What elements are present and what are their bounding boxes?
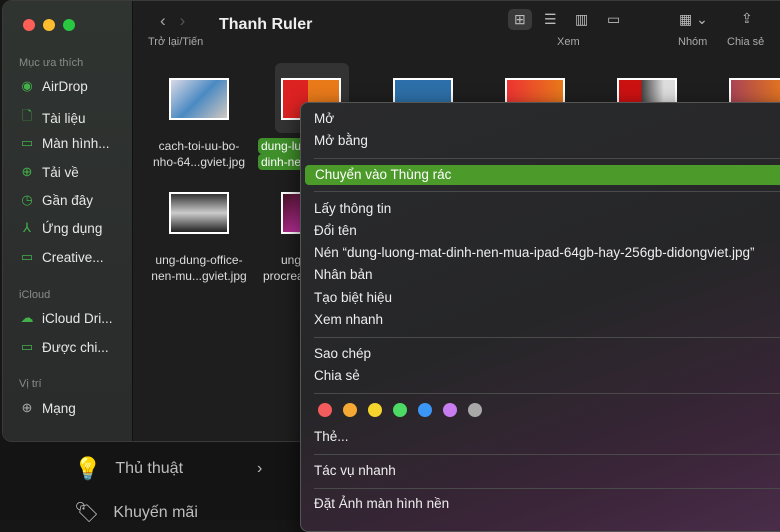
file-item[interactable]: cach-toi-uu-bo-nho-64...gviet.jpg [143, 78, 255, 170]
sidebar-item-icloud-drive[interactable]: ☁ iCloud Dri... [19, 310, 113, 326]
document-icon: 🗋 [21, 108, 33, 123]
globe-icon: ⊕ [21, 400, 33, 415]
view-label: Xem [557, 36, 580, 48]
locations-header: Vị trí [19, 378, 42, 390]
sidebar-item-applications[interactable]: ⅄ Ứng dụng [19, 220, 102, 236]
favorites-header: Mục ưa thích [19, 57, 84, 69]
menu-item-share[interactable]: Chia sẻ [314, 366, 360, 386]
sidebar-item-documents[interactable]: 🗋 Tài liệu [19, 107, 86, 129]
tag-gray[interactable] [468, 403, 482, 417]
chevron-right-icon: › [257, 460, 263, 477]
sidebar-item-airdrop[interactable]: ◉ AirDrop [19, 78, 87, 94]
sale-tag-icon: 🏷 [74, 502, 100, 524]
back-button[interactable]: ‹ [160, 11, 180, 30]
shared-folder-icon: ▭ [20, 339, 34, 354]
site-menu-tips[interactable]: 💡 Thủ thuật › [74, 456, 262, 482]
menu-item-quick-actions[interactable]: Tác vụ nhanh [314, 461, 396, 481]
sidebar-item-desktop[interactable]: ▭ Màn hình... [19, 135, 110, 151]
menu-separator [314, 191, 780, 192]
menu-item-quick-look[interactable]: Xem nhanh [314, 310, 383, 330]
menu-item-rename[interactable]: Đổi tên [314, 221, 357, 241]
tag-purple[interactable] [443, 403, 457, 417]
sidebar-item-recents[interactable]: ◷ Gần đây [19, 192, 93, 208]
download-icon: ⊕ [21, 164, 33, 179]
icon-view-button[interactable]: ⊞ [508, 9, 532, 30]
tag-green[interactable] [393, 403, 407, 417]
tag-orange[interactable] [343, 403, 357, 417]
menu-item-set-wallpaper[interactable]: Đặt Ảnh màn hình nền [314, 494, 449, 514]
menu-item-get-info[interactable]: Lấy thông tin [314, 199, 391, 219]
lightbulb-icon: 💡 [74, 456, 102, 481]
sidebar-item-downloads[interactable]: ⊕ Tải về [19, 164, 79, 180]
menu-separator [314, 393, 780, 394]
menu-separator [314, 158, 780, 159]
sidebar-item-creative[interactable]: ▭ Creative... [19, 249, 104, 265]
desktop-icon: ▭ [20, 135, 34, 150]
group-button[interactable]: ▦ ⌄ [679, 11, 708, 28]
list-view-button[interactable]: ☰ [544, 11, 557, 28]
forward-button[interactable]: › [180, 11, 200, 30]
minimize-button[interactable] [43, 19, 55, 31]
icloud-header: iCloud [19, 289, 51, 301]
menu-item-open-with[interactable]: Mở bằng [314, 131, 368, 151]
menu-item-make-alias[interactable]: Tạo biệt hiệu [314, 288, 392, 308]
file-thumbnail [169, 192, 229, 234]
sidebar-item-shared[interactable]: ▭ Được chi... [19, 339, 109, 355]
close-button[interactable] [23, 19, 35, 31]
zoom-button[interactable] [63, 19, 75, 31]
menu-item-copy[interactable]: Sao chép [314, 344, 371, 364]
tag-red[interactable] [318, 403, 332, 417]
column-view-button[interactable]: ▥ [575, 11, 588, 28]
cloud-icon: ☁ [20, 310, 34, 325]
context-menu: Mở Mở bằng Chuyển vào Thùng rác Lấy thôn… [300, 102, 780, 532]
gallery-view-button[interactable]: ▭ [607, 11, 620, 28]
menu-item-open[interactable]: Mở [314, 109, 334, 129]
clock-icon: ◷ [21, 192, 33, 207]
share-label: Chia sẻ [727, 36, 765, 48]
apps-icon: ⅄ [23, 220, 31, 235]
site-menu-promo[interactable]: 🏷 Khuyến mãi [74, 500, 198, 525]
file-thumbnail [169, 78, 229, 120]
tag-blue[interactable] [418, 403, 432, 417]
sidebar: Mục ưa thích ◉ AirDrop 🗋 Tài liệu ▭ Màn hìn… [3, 1, 133, 441]
file-item[interactable]: ung-dung-office-nen-mu...gviet.jpg [143, 192, 255, 284]
menu-item-move-to-trash[interactable]: Chuyển vào Thùng rác [305, 165, 780, 185]
menu-separator [314, 488, 780, 489]
group-label: Nhóm [678, 36, 708, 48]
menu-item-compress[interactable]: Nén “dung-luong-mat-dinh-nen-mua-ipad-64… [314, 243, 755, 263]
folder-icon: ▭ [20, 249, 34, 264]
back-forward-label: Trở lại/Tiến [148, 36, 204, 48]
airdrop-icon: ◉ [21, 78, 33, 93]
sidebar-item-network[interactable]: ⊕ Mạng [19, 400, 76, 416]
menu-item-duplicate[interactable]: Nhân bản [314, 265, 373, 285]
window-title: Thanh Ruler [219, 16, 313, 33]
share-icon[interactable]: ⇪ [741, 10, 753, 27]
tag-yellow[interactable] [368, 403, 382, 417]
menu-item-tags[interactable]: Thẻ... [314, 427, 349, 447]
toolbar: ‹› Trở lại/Tiến Thanh Ruler ⊞ ☰ ▥ ▭ Xem … [134, 1, 780, 59]
menu-separator [314, 337, 780, 338]
tag-colors [318, 403, 482, 417]
menu-separator [314, 454, 780, 455]
